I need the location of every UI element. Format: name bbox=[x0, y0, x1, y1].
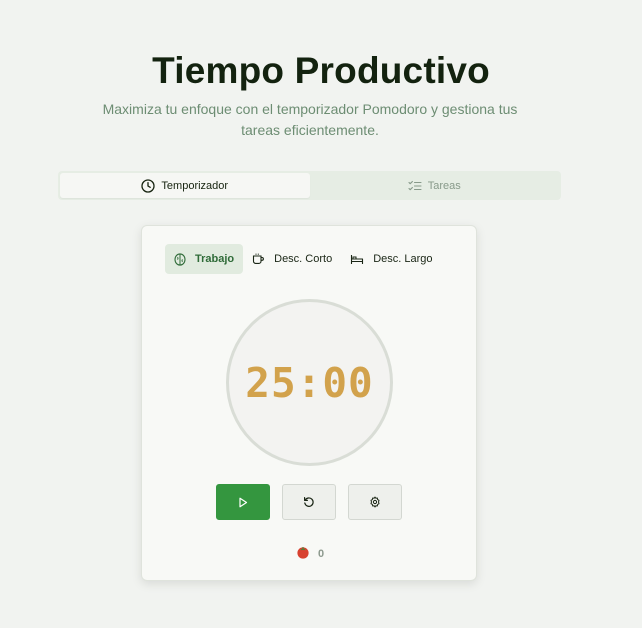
reset-button[interactable] bbox=[282, 484, 336, 520]
mode-selector: Trabajo Desc. Corto Desc. Largo bbox=[165, 244, 442, 274]
mode-desc-largo[interactable]: Desc. Largo bbox=[341, 244, 441, 274]
settings-button[interactable] bbox=[348, 484, 402, 520]
pomodoro-counter: 0 bbox=[142, 545, 478, 562]
mode-desc-corto[interactable]: Desc. Corto bbox=[243, 244, 341, 274]
bed-icon bbox=[350, 254, 364, 265]
timer-controls bbox=[216, 484, 402, 520]
tomato-icon bbox=[296, 545, 310, 562]
mode-label: Desc. Largo bbox=[373, 253, 433, 265]
mode-label: Trabajo bbox=[195, 253, 235, 265]
pomodoro-count: 0 bbox=[317, 547, 325, 560]
clock-icon bbox=[141, 178, 156, 193]
checklist-icon bbox=[408, 180, 422, 192]
tab-tareas[interactable]: Tareas bbox=[310, 173, 560, 198]
main-tabs: Temporizador Tareas bbox=[58, 171, 561, 200]
timer-dial: 25:00 bbox=[226, 299, 393, 466]
mode-trabajo[interactable]: Trabajo bbox=[165, 244, 244, 274]
tab-label: Temporizador bbox=[161, 179, 229, 192]
gear-icon bbox=[369, 496, 381, 508]
timer-display: 25:00 bbox=[245, 358, 374, 407]
brain-icon bbox=[174, 252, 186, 266]
reset-icon bbox=[303, 496, 315, 508]
page-subtitle: Maximiza tu enfoque con el temporizador … bbox=[102, 101, 518, 138]
tab-temporizador[interactable]: Temporizador bbox=[60, 173, 310, 198]
play-button[interactable] bbox=[216, 484, 270, 520]
page-title: Tiempo Productivo bbox=[152, 50, 490, 91]
tab-label: Tareas bbox=[427, 179, 461, 192]
timer-card: Trabajo Desc. Corto Desc. Largo 25:00 0 bbox=[141, 225, 477, 581]
play-icon bbox=[238, 497, 248, 508]
coffee-icon bbox=[252, 253, 265, 265]
mode-label: Desc. Corto bbox=[274, 253, 333, 265]
